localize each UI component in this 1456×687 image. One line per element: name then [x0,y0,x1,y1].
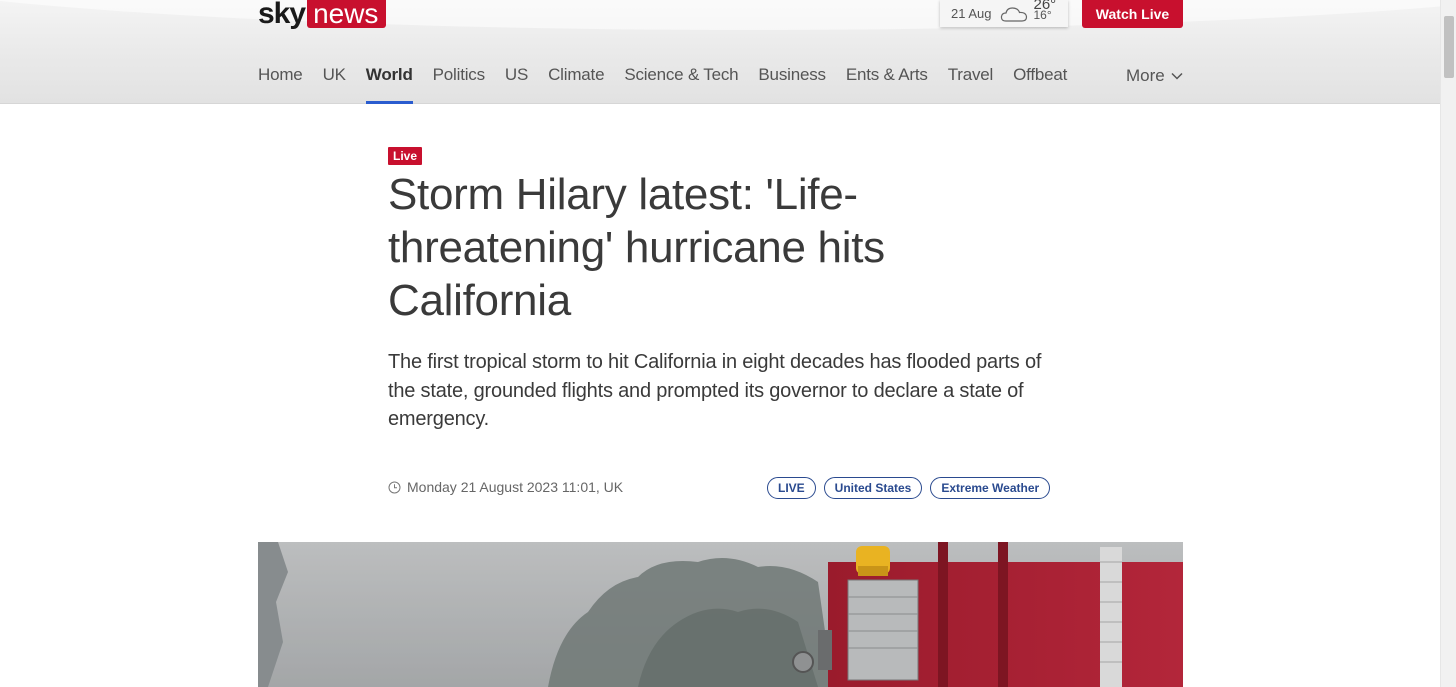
dateline-text: Monday 21 August 2023 11:01, UK [407,479,624,495]
page-scrollbar[interactable] [1440,0,1456,687]
main-nav: Home UK World Politics US Climate Scienc… [258,64,1087,104]
article-standfirst: The first tropical storm to hit Californ… [388,351,1042,430]
nav-more-label: More [1126,66,1165,85]
header-background [0,0,1440,40]
nav-item-business[interactable]: Business [758,64,826,104]
logo-news-text: news [307,0,387,28]
clock-icon [388,481,401,493]
nav-item-ents-arts[interactable]: Ents & Arts [846,64,928,104]
temp-low: 16° [1033,7,1052,22]
nav-item-us[interactable]: US [505,64,528,104]
hero-image [258,542,1183,687]
tag-live[interactable]: LIVE [767,477,816,499]
article-headline: Storm Hilary latest: 'Life-threatening' … [388,170,885,325]
sky-news-logo[interactable]: sky news [258,0,387,30]
nav-item-offbeat[interactable]: Offbeat [1013,64,1067,104]
nav-item-world[interactable]: World [365,64,413,104]
nav-item-climate[interactable]: Climate [548,64,604,104]
chevron-down-icon [1171,72,1183,80]
nav-item-politics[interactable]: Politics [433,64,485,104]
nav-item-home[interactable]: Home [258,64,303,104]
weather-widget[interactable]: 21 Aug 26° 16° [940,0,1068,27]
site-header: sky news 21 Aug 26° 16° Watch Live Home … [0,0,1440,104]
tag-extreme-weather[interactable]: Extreme Weather [930,477,1051,499]
article-tags: LIVE United States Extreme Weather [767,477,1058,499]
watch-live-button[interactable]: Watch Live [1082,0,1183,28]
logo-sky-text: sky [258,0,306,30]
article-dateline: Monday 21 August 2023 11:01, UK [388,479,623,495]
tag-united-states[interactable]: United States [823,477,923,499]
nav-item-travel[interactable]: Travel [948,64,994,104]
live-badge: Live [388,147,423,165]
cloud-icon [1000,6,1027,22]
nav-item-science-tech[interactable]: Science & Tech [624,64,738,104]
hero-image-fire-truck-in-rain [258,542,1183,687]
scrollbar-thumb[interactable] [1444,16,1454,78]
nav-more-button[interactable]: More [1126,66,1183,86]
nav-item-uk[interactable]: UK [323,64,346,104]
weather-date: 21 Aug [951,6,992,21]
weather-temperatures: 26° 16° [1034,0,1057,21]
